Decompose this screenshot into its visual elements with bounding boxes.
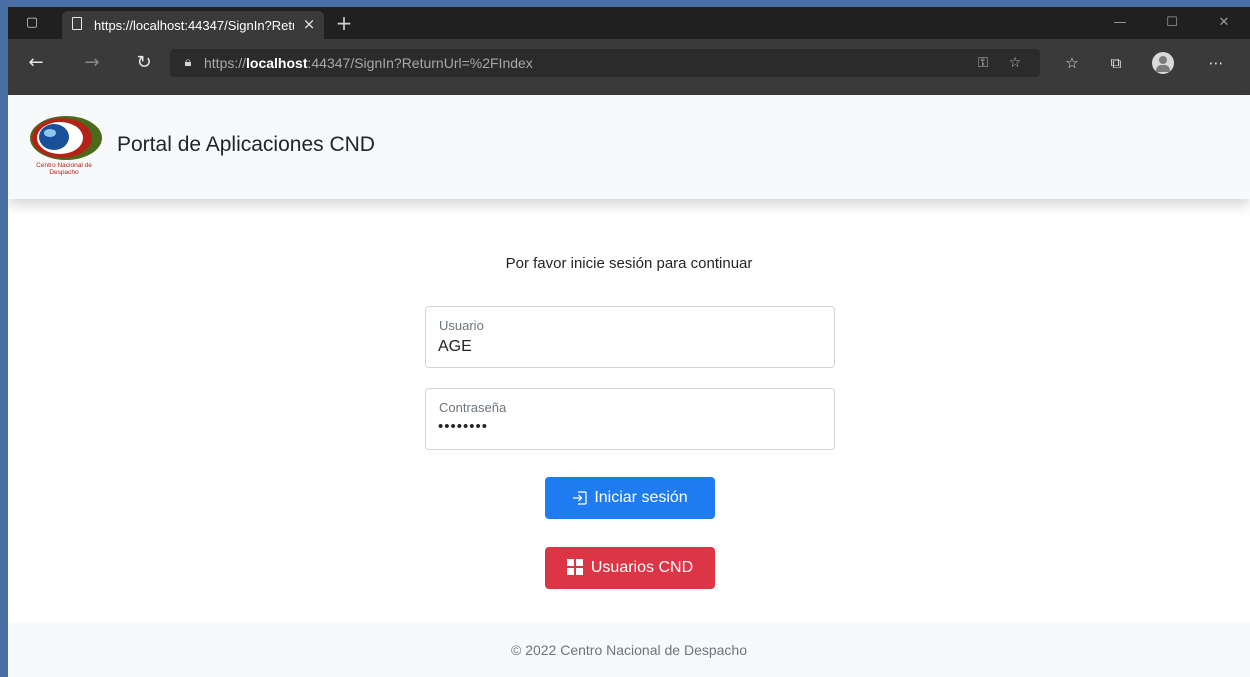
web-page: Centro Nacional de Despacho Portal de Ap… (8, 95, 1250, 677)
more-icon[interactable]: ⋯ (1204, 51, 1228, 75)
sign-in-icon (573, 491, 587, 505)
profile-avatar[interactable] (1152, 52, 1174, 74)
logo-emblem-icon (30, 116, 102, 160)
page-icon (72, 17, 82, 30)
url-path: :44347/SignIn?ReturnUrl=%2FIndex (307, 55, 533, 71)
site-title[interactable]: Portal de Aplicaciones CND (117, 133, 375, 157)
logo-text: Centro Nacional de Despacho (36, 162, 92, 176)
maximize-button[interactable]: ☐ (1160, 13, 1184, 33)
url-scheme: https:// (204, 55, 247, 71)
password-label: Contraseña (439, 400, 507, 415)
new-tab-button[interactable]: + (334, 13, 354, 33)
profile-body (1156, 65, 1170, 72)
username-input[interactable] (438, 338, 818, 356)
browser-window: ▢ https://localhost:44347/SignIn?ReturnU… (8, 7, 1250, 677)
url-text[interactable]: https://localhost:44347/SignIn?ReturnUrl… (204, 54, 533, 72)
lock-icon[interactable]: 🔒︎ (180, 55, 196, 71)
footer: © 2022 Centro Nacional de Despacho (8, 623, 1250, 677)
signin-button[interactable]: Iniciar sesión (545, 477, 715, 519)
profile-head (1159, 56, 1167, 64)
browser-tab[interactable]: https://localhost:44347/SignIn?ReturnUrl… (62, 11, 324, 39)
username-field[interactable]: Usuario (425, 306, 835, 368)
collections-icon[interactable]: ⧉ (1104, 51, 1128, 75)
windows-icon (566, 559, 583, 575)
favorites-icon[interactable]: ☆ (1060, 51, 1084, 75)
address-bar[interactable]: 🔒︎ https://localhost:44347/SignIn?Return… (170, 49, 1040, 77)
cnd-users-label: Usuarios CND (590, 559, 694, 576)
browser-toolbar: ← → ↻ 🔒︎ https://localhost:44347/SignIn?… (8, 39, 1250, 95)
cnd-users-button[interactable]: Usuarios CND (545, 547, 715, 589)
url-host: localhost (246, 55, 308, 71)
close-window-button[interactable]: ✕ (1212, 13, 1236, 33)
refresh-button[interactable]: ↻ (130, 49, 158, 77)
signin-label: Iniciar sesión (594, 489, 688, 506)
tab-title: https://localhost:44347/SignIn?ReturnUrl… (94, 18, 294, 33)
password-field[interactable]: Contraseña •••••••• (425, 388, 835, 450)
password-input[interactable]: •••••••• (438, 418, 818, 435)
minimize-button[interactable]: — (1108, 13, 1132, 33)
tab-actions-icon[interactable]: ▢ (24, 15, 40, 31)
forward-button[interactable]: → (78, 49, 106, 77)
close-tab-icon[interactable]: × (300, 15, 318, 33)
login-prompt: Por favor inicie sesión para continuar (505, 255, 753, 272)
cnd-logo[interactable]: Centro Nacional de Despacho (24, 111, 104, 181)
username-label: Usuario (439, 318, 484, 333)
key-icon[interactable]: ⚿ (974, 54, 992, 72)
add-favorite-icon[interactable]: ☆ (1006, 54, 1024, 72)
back-button[interactable]: ← (22, 49, 50, 77)
site-header: Centro Nacional de Despacho Portal de Ap… (8, 95, 1250, 199)
